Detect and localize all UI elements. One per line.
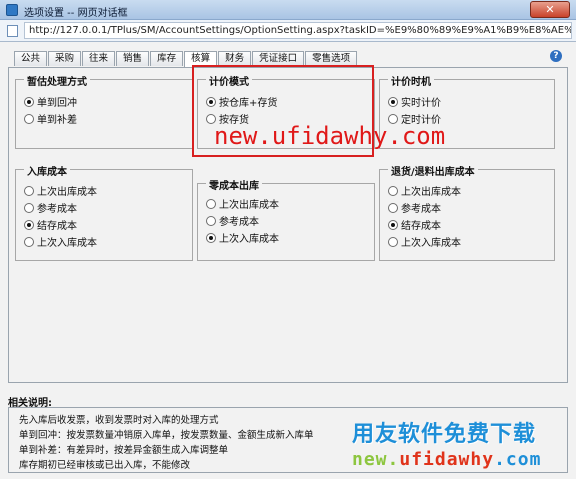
option-last-inbound-cost[interactable]: 上次入库成本 [24,235,97,249]
option-last-inbound-cost[interactable]: 上次入库成本 [388,235,461,249]
brand-watermark-url: new.ufidawhy.com [352,449,542,470]
tab-voucher-interface[interactable]: 凭证接口 [252,51,305,66]
close-button[interactable]: ✕ [530,1,570,18]
note-line: 单到补差：有差异时，按差异金额生成入库调整单 [19,445,229,456]
option-reference-cost[interactable]: 参考成本 [388,201,441,215]
radio-button[interactable] [24,219,34,230]
note-line: 库存期初已经审核或已出入库，不能修改 [19,460,191,471]
zero-cost-group: 零成本出库 上次出库成本 参考成本 上次入库成本 [197,177,375,261]
page-icon [7,25,18,37]
tab-common[interactable]: 公共 [14,51,48,66]
url-field[interactable]: http://127.0.0.1/TPlus/SM/AccountSetting… [24,22,572,39]
radio-button[interactable] [24,113,34,124]
help-icon[interactable]: ? [550,50,562,62]
option-last-inbound-cost[interactable]: 上次入库成本 [206,231,279,245]
close-icon: ✕ [545,3,555,16]
radio-button[interactable] [206,215,216,226]
app-icon [6,4,18,16]
radio-button[interactable] [388,185,398,196]
option-last-outbound-cost[interactable]: 上次出库成本 [24,184,97,198]
note-line: 先入库后收发票，收到发票时对入库的处理方式 [19,415,219,426]
radio-button[interactable] [388,202,398,213]
option-reference-cost[interactable]: 参考成本 [24,201,77,215]
tab-accounts[interactable]: 往来 [82,51,116,66]
brand-watermark-text: 用友软件免费下载 [352,422,537,447]
provisional-group: 暂估处理方式 单到回冲 单到补差 [15,73,193,149]
radio-button[interactable] [24,236,34,247]
option-realtime[interactable]: 实时计价 [388,95,441,109]
title-bar: 选项设置 -- 网页对话框 ✕ [0,0,576,20]
option-balance-cost[interactable]: 结存成本 [388,218,441,232]
tab-finance[interactable]: 财务 [218,51,252,66]
watermark-url: new.ufidawhy.com [214,122,446,150]
option-last-outbound-cost[interactable]: 上次出库成本 [388,184,461,198]
zero-cost-title: 零成本出库 [206,177,262,192]
pricing-time-title: 计价时机 [388,73,434,88]
option-single-reverse[interactable]: 单到回冲 [24,95,77,109]
option-reference-cost[interactable]: 参考成本 [206,214,259,228]
radio-button[interactable] [388,219,398,230]
inbound-cost-title: 入库成本 [24,163,70,178]
radio-button[interactable] [24,96,34,107]
option-balance-cost[interactable]: 结存成本 [24,218,77,232]
provisional-title: 暂估处理方式 [24,73,90,88]
window-title: 选项设置 -- 网页对话框 [24,8,128,19]
radio-button[interactable] [206,198,216,209]
radio-button[interactable] [206,232,216,243]
tab-purchase[interactable]: 采购 [48,51,82,66]
address-bar: http://127.0.0.1/TPlus/SM/AccountSetting… [0,20,576,42]
note-line: 单到回冲：按发票数量冲销原入库单，按发票数量、金额生成新入库单 [19,430,314,441]
return-cost-title: 退货/退料出库成本 [388,163,478,178]
tab-sales[interactable]: 销售 [116,51,150,66]
inbound-cost-group: 入库成本 上次出库成本 参考成本 结存成本 上次入库成本 [15,163,193,261]
option-last-outbound-cost[interactable]: 上次出库成本 [206,197,279,211]
tab-inventory[interactable]: 库存 [150,51,184,66]
dialog-content: 公共 采购 往来 销售 库存 核算 财务 凭证接口 零售选项 ? 暂估处理方式 … [0,42,576,479]
tab-retail-options[interactable]: 零售选项 [305,51,358,66]
radio-button[interactable] [388,96,398,107]
option-single-difference[interactable]: 单到补差 [24,112,77,126]
return-cost-group: 退货/退料出库成本 上次出库成本 参考成本 结存成本 上次入库成本 [379,163,555,261]
radio-button[interactable] [388,236,398,247]
radio-button[interactable] [24,185,34,196]
radio-button[interactable] [24,202,34,213]
